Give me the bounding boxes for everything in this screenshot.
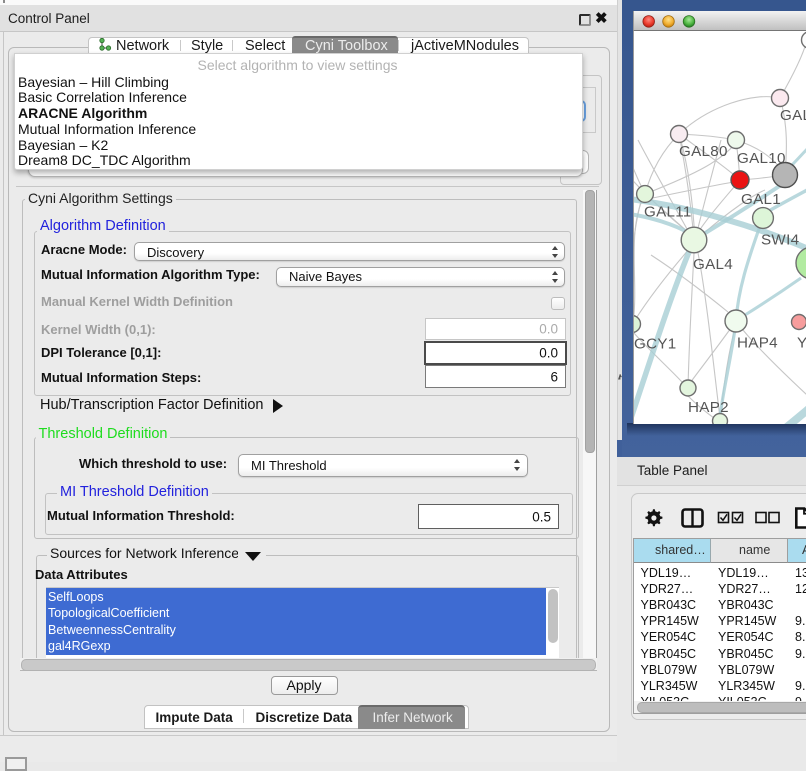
svg-text:HAP4: HAP4 — [737, 335, 778, 352]
svg-text:GAL1: GAL1 — [741, 191, 781, 208]
svg-text:GAL10: GAL10 — [737, 150, 786, 167]
svg-text:GCY1: GCY1 — [634, 336, 677, 353]
svg-text:GAL11: GAL11 — [644, 204, 692, 221]
svg-text:HAP2: HAP2 — [688, 399, 729, 416]
svg-text:Y: Y — [797, 335, 806, 352]
svg-text:GAL4: GAL4 — [693, 256, 733, 273]
svg-text:GAL2: GAL2 — [780, 107, 806, 124]
svg-text:GAL80: GAL80 — [679, 143, 728, 160]
svg-text:SWI4: SWI4 — [761, 232, 799, 249]
